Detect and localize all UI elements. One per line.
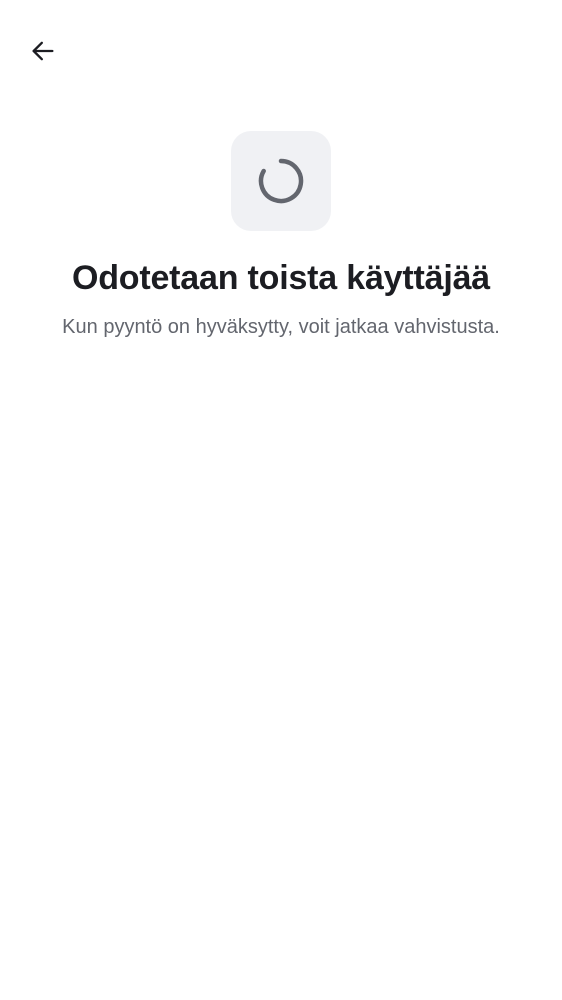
page-subtitle: Kun pyyntö on hyväksytty, voit jatkaa va…: [62, 316, 500, 338]
back-button[interactable]: [22, 30, 64, 72]
page-title: Odotetaan toista käyttäjää: [71, 259, 491, 297]
loading-spinner-icon: [258, 158, 304, 204]
status-tile: [231, 131, 331, 231]
arrow-left-icon: [29, 37, 57, 65]
